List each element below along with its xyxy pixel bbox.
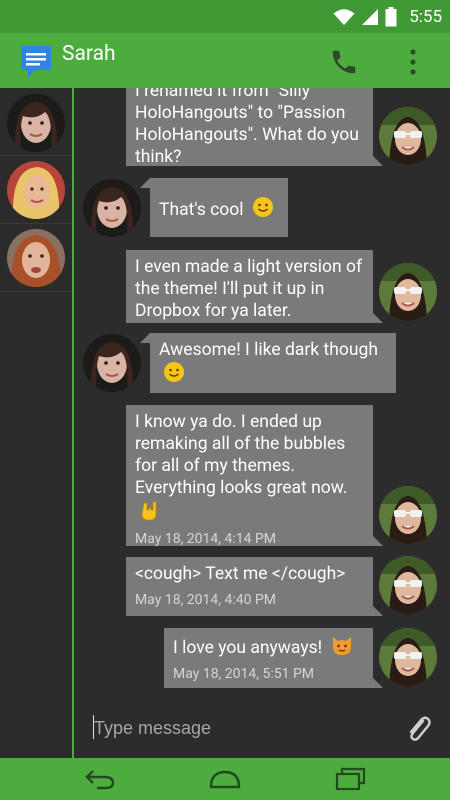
my-avatar (379, 486, 437, 544)
bubble-tail (373, 536, 383, 546)
contact-avatar (83, 179, 141, 237)
conversation-title[interactable]: Sarah (62, 42, 116, 66)
my-avatar (379, 263, 437, 321)
rock-hand-icon (141, 501, 157, 521)
smiley-icon (164, 362, 184, 382)
my-avatar (379, 107, 437, 165)
sidebar-contact-1[interactable] (0, 88, 72, 156)
message-text: Awesome! I like dark though (159, 340, 378, 360)
sidebar-contact-3[interactable] (0, 224, 72, 292)
status-time: 5:55 (409, 7, 442, 27)
message-text: I renamed it from "Silly HoloHangouts" t… (135, 88, 359, 167)
message-timestamp: May 18, 2014, 4:14 PM (135, 531, 277, 547)
bubble-tail (373, 606, 383, 616)
message-text: I know ya do. I ended up remaking all of… (135, 412, 348, 498)
overflow-menu-icon[interactable] (406, 47, 420, 77)
signal-icon (362, 9, 379, 25)
contact-avatar-redhead (7, 229, 65, 287)
wifi-icon (333, 9, 355, 25)
bubble-tail (373, 156, 383, 166)
message-timestamp: May 18, 2014, 5:51 PM (173, 666, 315, 682)
message-bubble-incoming[interactable]: That's cool (150, 178, 288, 237)
message-composer (74, 700, 450, 758)
messages-logo-icon[interactable] (18, 44, 54, 80)
message-text: <cough> Text me </cough> (135, 564, 346, 584)
bubble-tail (373, 678, 383, 688)
app-bar: Sarah (0, 33, 450, 88)
message-bubble-outgoing[interactable]: I know ya do. I ended up remaking all of… (126, 405, 373, 547)
cat-face-icon (332, 637, 351, 655)
message-bubble-outgoing[interactable]: <cough> Text me </cough> May 18, 2014, 4… (126, 557, 373, 616)
contact-avatar-blonde (7, 161, 65, 219)
home-icon[interactable] (208, 766, 242, 792)
message-timestamp: May 18, 2014, 4:40 PM (135, 592, 277, 608)
sidebar-contact-2[interactable] (0, 156, 72, 224)
bubble-tail (140, 333, 150, 343)
status-icons: 5:55 (333, 6, 442, 28)
message-text: That's cool (159, 200, 244, 220)
system-nav-bar (0, 758, 450, 800)
phone-icon[interactable] (329, 47, 359, 77)
message-text: I even made a light version of the theme… (135, 257, 363, 321)
message-bubble-outgoing[interactable]: I love you anyways! May 18, 2014, 5:51 P… (164, 628, 373, 688)
contacts-sidebar (0, 88, 72, 758)
status-bar: 5:55 (0, 0, 450, 33)
message-input[interactable] (94, 714, 394, 742)
contact-avatar-brunette (7, 94, 65, 152)
bubble-tail (140, 178, 150, 188)
message-text: I love you anyways! (173, 638, 323, 658)
conversation-thread[interactable]: I renamed it from "Silly HoloHangouts" t… (74, 88, 450, 700)
message-bubble-incoming[interactable]: Awesome! I like dark though (150, 333, 396, 393)
smiley-icon (252, 197, 273, 217)
my-avatar (379, 556, 437, 614)
recents-icon[interactable] (334, 766, 368, 792)
back-icon[interactable] (83, 766, 117, 792)
bubble-tail (373, 313, 383, 323)
message-bubble-outgoing[interactable]: I even made a light version of the theme… (126, 250, 373, 323)
my-avatar (379, 628, 437, 686)
contact-avatar (83, 334, 141, 392)
battery-icon (385, 7, 397, 27)
attach-icon[interactable] (404, 713, 432, 743)
message-bubble-outgoing[interactable]: I renamed it from "Silly HoloHangouts" t… (126, 88, 373, 167)
